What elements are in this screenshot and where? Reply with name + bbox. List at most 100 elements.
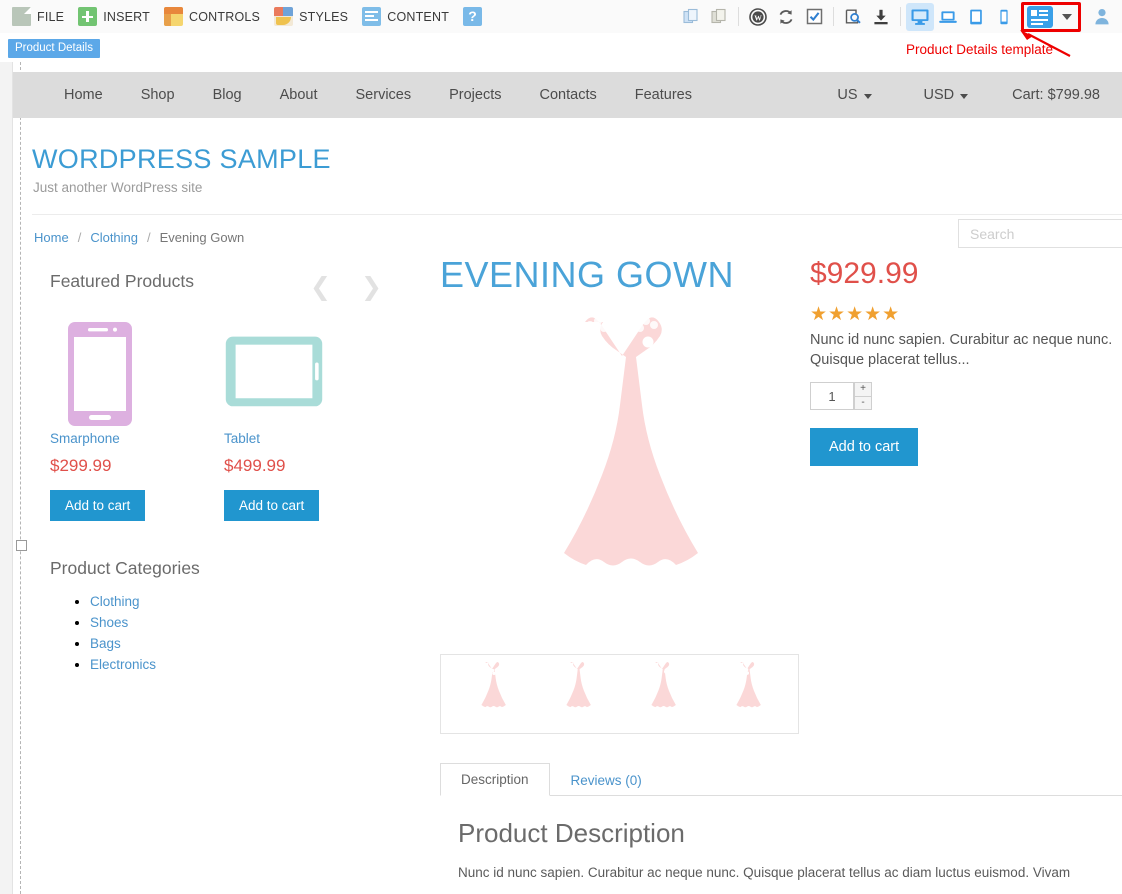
nav-link-home[interactable]: Home bbox=[45, 87, 122, 103]
nav-link-contacts[interactable]: Contacts bbox=[521, 87, 616, 103]
file-icon bbox=[12, 7, 31, 26]
description-heading: Product Description bbox=[458, 818, 685, 848]
featured-product-name[interactable]: Smarphone bbox=[50, 431, 120, 446]
product-categories-title: Product Categories bbox=[50, 558, 200, 578]
wordpress-icon[interactable]: W bbox=[744, 3, 772, 31]
nav-link-projects[interactable]: Projects bbox=[430, 87, 520, 103]
menu-help[interactable]: ? bbox=[459, 5, 492, 28]
refresh-icon[interactable] bbox=[772, 3, 800, 31]
desktop-icon[interactable] bbox=[906, 2, 934, 31]
nav-link-shop[interactable]: Shop bbox=[122, 87, 194, 103]
tab-description[interactable]: Description bbox=[440, 763, 550, 796]
rating-stars: ★★★★★ bbox=[810, 303, 901, 325]
user-avatar-icon[interactable] bbox=[1088, 3, 1116, 31]
menu-file[interactable]: FILE bbox=[8, 5, 74, 28]
add-to-cart-button[interactable]: Add to cart bbox=[50, 490, 146, 521]
content-icon bbox=[362, 7, 382, 26]
menu-controls[interactable]: CONTROLS bbox=[160, 5, 270, 28]
preview-search-icon[interactable] bbox=[839, 3, 867, 31]
nav-utilities: US USD Cart: $799.98 bbox=[811, 87, 1122, 103]
checkbox-icon[interactable] bbox=[800, 3, 828, 31]
list-item: Electronics bbox=[90, 656, 156, 674]
site-tagline: Just another WordPress site bbox=[33, 180, 203, 195]
svg-text:W: W bbox=[754, 13, 762, 22]
breadcrumb: Home / Clothing / Evening Gown bbox=[34, 230, 244, 245]
mobile-icon[interactable] bbox=[990, 3, 1018, 31]
evening-gown-image[interactable] bbox=[497, 312, 747, 657]
nav-link-features[interactable]: Features bbox=[616, 87, 711, 103]
paste-icon[interactable] bbox=[705, 3, 733, 31]
download-icon[interactable] bbox=[867, 3, 895, 31]
chevron-down-icon bbox=[960, 93, 969, 99]
gown-thumb-3[interactable] bbox=[634, 661, 690, 728]
menu-insert[interactable]: INSERT bbox=[74, 5, 160, 28]
quantity-input[interactable] bbox=[810, 382, 854, 410]
list-item: Bags bbox=[90, 635, 156, 653]
menu-styles-label: STYLES bbox=[299, 9, 349, 24]
canvas-ruler-gutter bbox=[0, 62, 13, 894]
gown-thumb-4[interactable] bbox=[719, 661, 775, 728]
category-link-shoes[interactable]: Shoes bbox=[90, 615, 128, 630]
featured-products-grid: Smarphone $299.99 Add to cart Tablet $49… bbox=[50, 320, 324, 521]
currency-value: USD bbox=[923, 87, 955, 103]
chevron-down-icon[interactable] bbox=[1062, 13, 1072, 20]
breadcrumb-item-clothing[interactable]: Clothing bbox=[90, 230, 138, 245]
nav-link-about[interactable]: About bbox=[261, 87, 337, 103]
design-canvas: Home Shop Blog About Services Projects C… bbox=[0, 62, 1122, 894]
template-selector-highlight bbox=[1021, 1, 1081, 32]
menu-styles[interactable]: STYLES bbox=[270, 5, 358, 28]
gown-thumb-2[interactable] bbox=[549, 661, 605, 728]
featured-product-name[interactable]: Tablet bbox=[224, 431, 260, 446]
page-tab-product-details[interactable]: Product Details bbox=[8, 39, 100, 58]
insert-icon bbox=[78, 7, 98, 26]
carousel-controls: ❮ ❯ bbox=[310, 274, 382, 299]
region-selector[interactable]: US bbox=[811, 87, 897, 103]
layout-guide-handle[interactable] bbox=[16, 540, 27, 551]
menu-controls-label: CONTROLS bbox=[189, 9, 261, 24]
carousel-prev-icon[interactable]: ❮ bbox=[310, 274, 331, 299]
category-link-bags[interactable]: Bags bbox=[90, 636, 121, 651]
tablet-icon[interactable] bbox=[962, 3, 990, 31]
menu-content[interactable]: CONTENT bbox=[358, 5, 459, 28]
tablet-icon[interactable] bbox=[224, 320, 324, 430]
toolbar-menu-group: FILE INSERT CONTROLS STYLES CONTENT ? bbox=[0, 5, 492, 28]
quantity-decrement-button[interactable]: - bbox=[854, 396, 872, 410]
currency-selector[interactable]: USD bbox=[898, 87, 995, 103]
add-to-cart-button[interactable]: Add to cart bbox=[224, 490, 320, 521]
category-link-electronics[interactable]: Electronics bbox=[90, 657, 156, 672]
product-categories-list: Clothing Shoes Bags Electronics bbox=[72, 593, 156, 677]
carousel-next-icon[interactable]: ❯ bbox=[361, 274, 382, 299]
chevron-down-icon bbox=[863, 93, 872, 99]
cart-summary[interactable]: Cart: $799.98 bbox=[994, 87, 1100, 103]
breadcrumb-item-home[interactable]: Home bbox=[34, 230, 69, 245]
nav-link-services[interactable]: Services bbox=[337, 87, 431, 103]
template-icon[interactable] bbox=[1027, 5, 1053, 28]
product-short-description: Nunc id nunc sapien. Curabitur ac neque … bbox=[810, 332, 1113, 368]
app-toolbar: FILE INSERT CONTROLS STYLES CONTENT ? W bbox=[0, 0, 1122, 33]
gown-thumb-1[interactable] bbox=[464, 661, 520, 728]
product-tabs: Description Reviews (0) bbox=[440, 763, 1122, 796]
search-input[interactable] bbox=[958, 219, 1122, 248]
toolbar-divider-1 bbox=[738, 7, 739, 26]
nav-link-blog[interactable]: Blog bbox=[194, 87, 261, 103]
list-item: Clothing bbox=[90, 593, 156, 611]
help-icon: ? bbox=[463, 7, 483, 26]
quantity-increment-button[interactable]: + bbox=[854, 382, 872, 397]
featured-products-title: Featured Products bbox=[50, 271, 194, 291]
category-link-clothing[interactable]: Clothing bbox=[90, 594, 140, 609]
laptop-icon[interactable] bbox=[934, 3, 962, 31]
tab-reviews[interactable]: Reviews (0) bbox=[550, 764, 663, 796]
quantity-buttons: + - bbox=[854, 382, 872, 410]
controls-icon bbox=[164, 7, 184, 26]
add-to-cart-button-main[interactable]: Add to cart bbox=[810, 428, 919, 466]
menu-insert-label: INSERT bbox=[103, 9, 151, 24]
featured-product-price: $499.99 bbox=[224, 456, 286, 475]
toolbar-action-group: W bbox=[677, 1, 1122, 32]
toolbar-divider-3 bbox=[900, 7, 901, 26]
breadcrumb-separator: / bbox=[77, 230, 82, 245]
cart-label: Cart: bbox=[1012, 87, 1044, 103]
copy-icon[interactable] bbox=[677, 3, 705, 31]
breadcrumb-separator: / bbox=[147, 230, 151, 245]
smartphone-icon[interactable] bbox=[50, 320, 150, 430]
site-title: WORDPRESS SAMPLE bbox=[32, 144, 331, 174]
